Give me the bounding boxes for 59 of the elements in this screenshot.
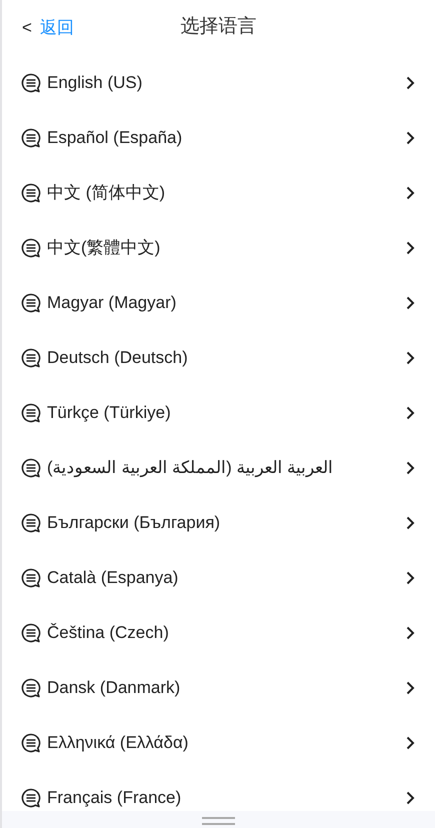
- chevron-right-icon: [406, 626, 415, 640]
- page-title: 选择语言: [180, 15, 256, 40]
- language-label: Català (Espanya): [47, 566, 178, 589]
- chevron-right-icon: [406, 736, 415, 750]
- back-link[interactable]: < 返回: [22, 14, 74, 40]
- chat-bubble-icon: [21, 678, 41, 698]
- language-item[interactable]: Català (Espanya): [2, 550, 435, 605]
- chat-bubble-icon: [21, 568, 41, 588]
- language-label: Čeština (Czech): [47, 622, 169, 644]
- chat-bubble-icon: [21, 512, 41, 532]
- language-item[interactable]: 中文(繁體中文): [2, 220, 435, 275]
- chevron-right-icon: [406, 186, 415, 200]
- chevron-right-icon: [406, 130, 415, 144]
- language-label: Magyar (Magyar): [47, 292, 176, 314]
- language-label: العربية العربية (المملكة العربية السعودية): [47, 456, 334, 480]
- chat-bubble-icon: [21, 182, 41, 202]
- chat-bubble-icon: [21, 402, 41, 422]
- language-label: Deutsch (Deutsch): [47, 346, 188, 369]
- chat-bubble-icon: [21, 788, 41, 808]
- language-label: Español (España): [47, 126, 182, 149]
- language-label: Ελληνικά (Ελλάδα): [47, 732, 188, 754]
- chat-bubble-icon: [21, 292, 41, 312]
- language-item[interactable]: Español (España): [2, 110, 435, 165]
- chat-bubble-icon: [21, 72, 41, 92]
- chat-bubble-icon: [21, 238, 41, 258]
- chevron-right-icon: [406, 240, 415, 254]
- chat-bubble-icon: [21, 128, 41, 148]
- drag-handle-icon[interactable]: [202, 817, 235, 825]
- language-item[interactable]: Ελληνικά (Ελλάδα): [2, 715, 435, 770]
- language-label: 中文 (简体中文): [47, 182, 166, 204]
- language-item[interactable]: Français (France): [2, 770, 435, 811]
- language-label: 中文(繁體中文): [47, 236, 160, 259]
- language-label: Български (България): [47, 512, 220, 534]
- language-item[interactable]: Čeština (Czech): [2, 605, 435, 660]
- chevron-right-icon: [406, 406, 415, 420]
- chevron-right-icon: [406, 460, 415, 474]
- language-item[interactable]: Български (България): [2, 495, 435, 550]
- chevron-right-icon: [406, 680, 415, 694]
- language-item[interactable]: English (US): [2, 55, 435, 110]
- language-item[interactable]: Deutsch (Deutsch): [2, 330, 435, 385]
- chat-bubble-icon: [21, 732, 41, 752]
- language-item[interactable]: Dansk (Danmark): [2, 660, 435, 715]
- language-label: Français (France): [47, 786, 182, 809]
- language-item[interactable]: Magyar (Magyar): [2, 275, 435, 330]
- chevron-right-icon: [406, 350, 415, 364]
- chevron-right-icon: [406, 790, 415, 804]
- chevron-right-icon: [406, 570, 415, 584]
- chat-bubble-icon: [21, 622, 41, 642]
- language-item[interactable]: Türkçe (Türkiye): [2, 385, 435, 440]
- language-item[interactable]: 中文 (简体中文): [2, 165, 435, 220]
- language-label: Türkçe (Türkiye): [47, 402, 171, 424]
- chevron-right-icon: [406, 76, 415, 90]
- language-label: English (US): [47, 72, 142, 94]
- language-item[interactable]: العربية العربية (المملكة العربية السعودية): [2, 440, 435, 495]
- chat-bubble-icon: [21, 458, 41, 478]
- chevron-right-icon: [406, 516, 415, 530]
- chevron-right-icon: [406, 296, 415, 310]
- language-label: Dansk (Danmark): [47, 676, 180, 699]
- chat-bubble-icon: [21, 348, 41, 368]
